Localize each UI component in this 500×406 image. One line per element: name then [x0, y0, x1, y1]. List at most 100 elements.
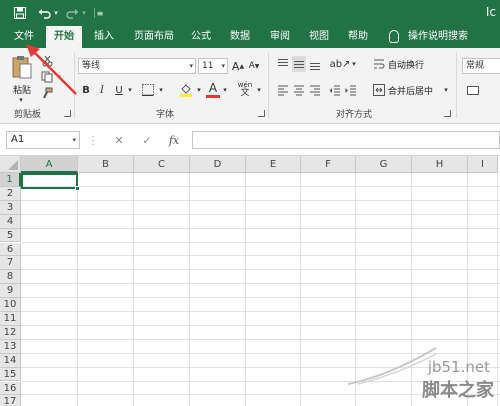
tab-review[interactable]: 审阅: [265, 26, 295, 48]
bold-button[interactable]: B: [80, 82, 92, 98]
grow-font-button[interactable]: A ▲: [232, 58, 244, 74]
font-launcher-icon[interactable]: [258, 110, 265, 117]
alignment-launcher-icon[interactable]: [444, 110, 451, 117]
gridline: [245, 173, 246, 406]
column-header[interactable]: H: [412, 156, 468, 173]
phonetic-dropdown-icon[interactable]: ▾: [255, 82, 263, 98]
row-header[interactable]: 13: [0, 339, 21, 354]
tab-page-layout[interactable]: 页面布局: [130, 26, 178, 48]
column-header[interactable]: D: [190, 156, 246, 173]
tab-file[interactable]: 文件: [8, 26, 40, 48]
borders-dropdown-icon[interactable]: ▾: [157, 82, 165, 98]
column-header[interactable]: F: [301, 156, 356, 173]
underline-dropdown-icon[interactable]: ▾: [126, 82, 134, 98]
phonetic-guide-button[interactable]: wén 文: [236, 80, 254, 98]
font-name-select[interactable]: 等线 ▾: [78, 58, 196, 74]
insert-function-icon[interactable]: fx: [166, 132, 182, 148]
increase-indent-icon[interactable]: [344, 82, 358, 98]
name-box[interactable]: A1 ▾: [6, 131, 80, 149]
tab-data[interactable]: 数据: [225, 26, 255, 48]
formula-bar-resize-icon[interactable]: ⋮: [88, 132, 99, 148]
wrap-text-button[interactable]: 自动换行: [388, 56, 434, 72]
tab-help[interactable]: 帮助: [343, 26, 373, 48]
copy-icon[interactable]: [40, 70, 54, 84]
column-header[interactable]: C: [134, 156, 190, 173]
row-header[interactable]: 15: [0, 367, 21, 382]
column-header[interactable]: I: [468, 156, 498, 173]
align-center-icon[interactable]: [292, 82, 306, 98]
number-format-select[interactable]: 常规: [462, 58, 500, 74]
row-header[interactable]: 7: [0, 256, 21, 271]
borders-icon[interactable]: [140, 82, 156, 98]
format-painter-icon[interactable]: [40, 86, 54, 100]
chevron-down-icon: ▾: [189, 62, 193, 70]
row-header[interactable]: 1: [0, 173, 21, 187]
column-header[interactable]: B: [78, 156, 134, 173]
orientation-icon[interactable]: ab↗: [330, 56, 351, 72]
column-header[interactable]: G: [356, 156, 412, 173]
paste-dropdown-icon[interactable]: ▾: [14, 96, 28, 104]
cut-icon[interactable]: [40, 54, 54, 68]
gridline: [21, 241, 500, 243]
align-top-icon[interactable]: [276, 56, 290, 72]
cancel-icon[interactable]: ✕: [112, 132, 126, 148]
tab-formulas[interactable]: 公式: [186, 26, 216, 48]
merge-dropdown-icon[interactable]: ▾: [442, 82, 450, 98]
customize-toolbar-icon[interactable]: ≡: [94, 4, 106, 22]
accounting-format-icon[interactable]: [466, 82, 480, 98]
row-header[interactable]: 2: [0, 186, 21, 201]
undo-icon[interactable]: [36, 4, 52, 22]
row-header[interactable]: 3: [0, 200, 21, 215]
fill-color-dropdown-icon[interactable]: ▾: [195, 82, 203, 98]
copy-dropdown-icon[interactable]: ▾: [55, 72, 63, 82]
paste-label[interactable]: 粘贴: [10, 82, 34, 96]
select-all-button[interactable]: [0, 156, 21, 173]
column-header[interactable]: E: [246, 156, 301, 173]
chevron-down-icon: ▾: [221, 62, 225, 70]
row-header[interactable]: 6: [0, 242, 21, 257]
enter-icon[interactable]: ✓: [140, 132, 154, 148]
gridline: [21, 213, 500, 215]
tab-home[interactable]: 开始: [46, 26, 82, 48]
formula-input[interactable]: [192, 131, 500, 149]
row-header[interactable]: 12: [0, 325, 21, 340]
row-header[interactable]: 8: [0, 270, 21, 285]
wrap-text-icon[interactable]: [372, 56, 386, 72]
italic-button[interactable]: I: [96, 82, 108, 98]
clipboard-launcher-icon[interactable]: [64, 110, 71, 117]
shrink-font-button[interactable]: A ▼: [248, 58, 260, 74]
fill-handle[interactable]: [75, 186, 80, 191]
tab-view[interactable]: 视图: [304, 26, 334, 48]
row-header[interactable]: 10: [0, 298, 21, 312]
font-size-select[interactable]: 11 ▾: [198, 58, 228, 74]
redo-dropdown-icon[interactable]: ▾: [80, 4, 88, 22]
row-header[interactable]: 17: [0, 395, 21, 406]
lightbulb-icon: [389, 30, 399, 43]
row-header[interactable]: 9: [0, 284, 21, 299]
row-header[interactable]: 5: [0, 228, 21, 243]
tab-insert[interactable]: 插入: [88, 26, 120, 48]
font-color-dropdown-icon[interactable]: ▾: [221, 82, 229, 98]
font-color-button[interactable]: A: [206, 80, 220, 98]
row-header[interactable]: 14: [0, 353, 21, 368]
paste-icon[interactable]: [10, 54, 34, 80]
row-header[interactable]: 4: [0, 214, 21, 229]
column-header[interactable]: A: [21, 156, 78, 173]
merge-center-button[interactable]: 合并后居中: [388, 82, 442, 98]
orientation-dropdown-icon[interactable]: ▾: [350, 56, 358, 72]
underline-button[interactable]: U: [113, 82, 125, 98]
save-icon[interactable]: [12, 4, 28, 22]
active-cell[interactable]: [21, 173, 78, 189]
align-middle-icon[interactable]: [292, 56, 306, 72]
tell-me-search[interactable]: 操作说明搜索: [406, 26, 470, 48]
redo-icon[interactable]: [64, 4, 80, 22]
row-header[interactable]: 11: [0, 312, 21, 326]
fill-color-icon[interactable]: [178, 82, 194, 98]
align-right-icon[interactable]: [308, 82, 322, 98]
row-header[interactable]: 16: [0, 381, 21, 396]
decrease-indent-icon[interactable]: [328, 82, 342, 98]
undo-dropdown-icon[interactable]: ▾: [52, 4, 60, 22]
merge-center-icon[interactable]: [372, 82, 386, 98]
align-left-icon[interactable]: [276, 82, 290, 98]
align-bottom-icon[interactable]: [308, 56, 322, 72]
